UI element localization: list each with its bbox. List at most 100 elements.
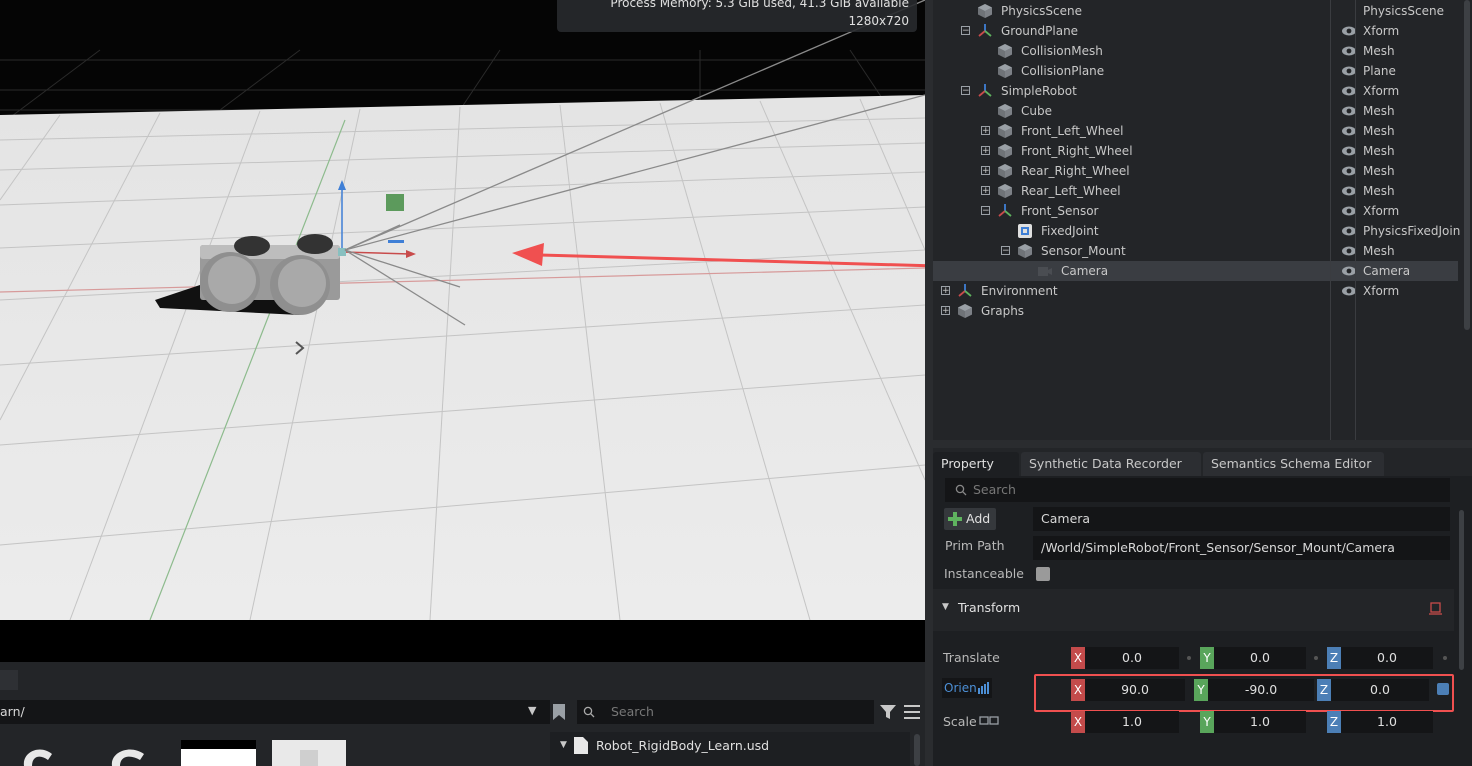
stage-item-simplerobot[interactable]: − SimpleRobot Xform — [933, 81, 1458, 101]
prim-path-field[interactable]: /World/SimpleRobot/Front_Sensor/Sensor_M… — [1033, 536, 1450, 560]
stage-item-graphs[interactable]: + Graphs — [933, 301, 1458, 321]
expand-toggle-icon[interactable]: + — [981, 166, 990, 176]
camera-icon — [1038, 267, 1052, 276]
stage-item-camera[interactable]: Camera Camera — [933, 261, 1458, 281]
resolution-readout: 1280x720 — [848, 14, 909, 28]
link-icon[interactable] — [979, 715, 999, 727]
stage-item-environment[interactable]: + Environment Xform — [933, 281, 1458, 301]
stage-item-label: Graphs — [981, 304, 1025, 318]
stage-item-type: Mesh — [1363, 144, 1395, 158]
stage-item-label: Rear_Left_Wheel — [1021, 184, 1121, 198]
stage-item-physicsscene[interactable]: PhysicsScene PhysicsScene — [933, 1, 1458, 21]
expand-toggle-icon[interactable]: + — [941, 286, 950, 296]
dropdown-arrow-icon[interactable]: ▼ — [528, 704, 536, 717]
viewport-scene[interactable] — [0, 0, 925, 620]
property-scrollbar[interactable] — [1459, 510, 1464, 670]
separator-dot — [1443, 656, 1447, 660]
asset-thumbnail[interactable] — [181, 740, 256, 766]
stage-item-sensor-mount[interactable]: − Sensor_Mount Mesh — [933, 241, 1458, 261]
expand-toggle-icon[interactable]: + — [981, 126, 990, 136]
scale-x-axis: X — [1071, 711, 1085, 733]
scale-x-field[interactable]: 1.0 — [1085, 711, 1179, 733]
asset-thumbnail[interactable] — [18, 744, 58, 766]
transform-section-header[interactable]: ▼ Transform — [933, 589, 1454, 631]
stage-item-label: FixedJoint — [1041, 224, 1099, 238]
file-list: ▼ Robot_RigidBody_Learn.usd — [550, 732, 910, 766]
prim-path-label: Prim Path — [945, 538, 1005, 553]
stage-item-label: Front_Left_Wheel — [1021, 124, 1124, 138]
viewport[interactable]: Process Memory: 5.3 GiB used, 41.3 GiB a… — [0, 0, 925, 620]
property-panel: Property Synthetic Data Recorder Semanti… — [933, 448, 1472, 766]
file-name[interactable]: Robot_RigidBody_Learn.usd — [596, 738, 769, 753]
stage-panel[interactable]: PhysicsScene PhysicsScene − GroundPlane Xfor… — [933, 0, 1472, 440]
expand-toggle-icon[interactable]: − — [981, 206, 990, 216]
scale-y-field[interactable]: 1.0 — [1214, 711, 1306, 733]
collapse-triangle-icon[interactable]: ▼ — [560, 740, 567, 750]
stage-item-fixedjoint[interactable]: FixedJoint PhysicsFixedJoin — [933, 221, 1461, 241]
stage-item-rear-left-wheel[interactable]: + Rear_Left_Wheel Mesh — [933, 181, 1458, 201]
stage-item-label: CollisionMesh — [1021, 44, 1103, 58]
expand-toggle-icon[interactable]: − — [961, 86, 970, 96]
search-placeholder: Search — [611, 704, 654, 719]
stage-scrollbar[interactable] — [1464, 0, 1470, 330]
path-field[interactable]: arn/ ▼ — [0, 700, 550, 724]
stage-item-collisionplane[interactable]: CollisionPlane Plane — [933, 61, 1458, 81]
stage-item-type: Mesh — [1363, 184, 1395, 198]
asset-thumbnail[interactable] — [106, 744, 152, 766]
content-search-input[interactable]: Search — [577, 700, 874, 724]
xform-icon — [978, 84, 992, 97]
content-tab[interactable] — [0, 670, 18, 690]
tab-synthetic-data-recorder[interactable]: Synthetic Data Recorder — [1021, 452, 1201, 476]
vertical-splitter[interactable] — [925, 0, 933, 766]
stage-item-label: GroundPlane — [1001, 24, 1079, 38]
translate-x-field[interactable]: 0.0 — [1085, 647, 1179, 669]
expand-toggle-icon[interactable]: + — [941, 306, 950, 316]
transform-reset-icon[interactable] — [1428, 600, 1444, 616]
add-button[interactable]: Add — [944, 508, 996, 530]
property-search-input[interactable]: Search — [945, 478, 1450, 502]
translate-y-axis: Y — [1200, 647, 1214, 669]
horizontal-splitter[interactable] — [933, 440, 1472, 448]
stage-item-front-sensor[interactable]: − Front_Sensor Xform — [933, 201, 1458, 221]
expand-toggle-icon[interactable]: + — [981, 186, 990, 196]
tab-property[interactable]: Property — [933, 452, 1019, 476]
separator-dot — [1314, 656, 1318, 660]
translate-z-field[interactable]: 0.0 — [1341, 647, 1433, 669]
tab-semantics-schema-editor[interactable]: Semantics Schema Editor — [1203, 452, 1384, 476]
stage-item-rear-right-wheel[interactable]: + Rear_Right_Wheel Mesh — [933, 161, 1458, 181]
expand-toggle-icon[interactable]: − — [1001, 246, 1010, 256]
expand-toggle-icon[interactable]: − — [961, 26, 970, 36]
search-icon — [955, 484, 967, 496]
add-button-label: Add — [966, 511, 991, 526]
expand-toggle-icon[interactable]: + — [981, 146, 990, 156]
stage-item-type: Mesh — [1363, 164, 1395, 178]
stage-item-front-left-wheel[interactable]: + Front_Left_Wheel Mesh — [933, 121, 1458, 141]
stage-item-cube[interactable]: Cube Mesh — [933, 101, 1458, 121]
menu-icon[interactable] — [904, 705, 920, 719]
file-list-scrollbar[interactable] — [914, 734, 920, 766]
highlight-box — [1034, 674, 1454, 712]
bookmark-icon[interactable] — [552, 704, 566, 720]
stage-column-divider[interactable] — [1330, 0, 1331, 440]
prim-name-field[interactable]: Camera — [1033, 507, 1450, 531]
stage-item-groundplane[interactable]: − GroundPlane Xform — [933, 21, 1458, 41]
scale-z-axis: Z — [1327, 711, 1341, 733]
orient-mode-selector[interactable]: Orien — [942, 678, 992, 698]
memory-readout: Process Memory: 5.3 GiB used, 41.3 GiB a… — [610, 0, 909, 10]
translate-y-field[interactable]: 0.0 — [1214, 647, 1306, 669]
stage-item-type: Plane — [1363, 64, 1396, 78]
asset-thumbnail[interactable] — [272, 740, 346, 766]
stage-item-label: Rear_Right_Wheel — [1021, 164, 1130, 178]
xform-icon — [978, 24, 992, 37]
filter-icon[interactable] — [880, 704, 896, 720]
stage-column-divider[interactable] — [1355, 0, 1356, 440]
stage-item-front-right-wheel[interactable]: + Front_Right_Wheel Mesh — [933, 141, 1458, 161]
stage-item-type: PhysicsFixedJoin — [1363, 224, 1461, 238]
stage-item-label: Front_Sensor — [1021, 204, 1099, 218]
stage-item-type: Xform — [1363, 84, 1400, 98]
separator-dot — [1187, 656, 1191, 660]
stage-item-label: Camera — [1061, 264, 1109, 278]
scale-z-field[interactable]: 1.0 — [1341, 711, 1433, 733]
stage-item-collisionmesh[interactable]: CollisionMesh Mesh — [933, 41, 1458, 61]
instanceable-checkbox[interactable] — [1036, 567, 1050, 581]
